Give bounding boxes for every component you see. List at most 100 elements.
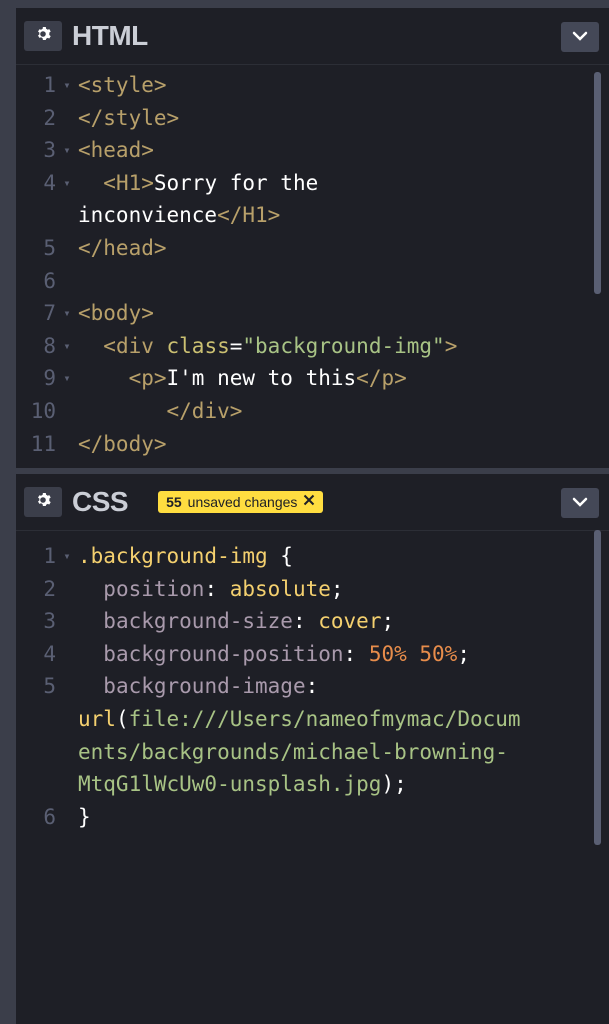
close-icon[interactable] <box>303 494 315 510</box>
code-line[interactable]: 4 background-position: 50% 50%; <box>16 638 609 671</box>
code-token: <head> <box>78 138 154 163</box>
code-token: <H1> <box>103 170 154 195</box>
line-number: 7 <box>43 301 56 326</box>
css-collapse-button[interactable] <box>561 488 599 518</box>
code-line[interactable]: 4 ▾ <H1>Sorry for the <box>16 167 609 200</box>
code-token: 50% 50% <box>368 641 458 666</box>
fold-arrow-icon[interactable]: ▾ <box>56 297 78 330</box>
fold-arrow-icon[interactable]: ▾ <box>56 362 78 395</box>
code-line[interactable]: 5 </head> <box>16 232 609 265</box>
line-number: 4 <box>43 170 56 195</box>
line-number: 9 <box>43 366 56 391</box>
css-code-editor[interactable]: 1 ▾ .background-img {2 position: absolute;… <box>16 531 609 833</box>
code-line[interactable]: MtqG1lWcUw0-unsplash.jpg); <box>16 768 609 801</box>
code-line[interactable]: 8 ▾ <div class="background-img"> <box>16 330 609 363</box>
unsaved-count: 55 <box>166 494 182 510</box>
code-token: <style> <box>78 73 167 97</box>
code-text: <body> <box>78 297 609 330</box>
code-line[interactable]: 10 </div> <box>16 395 609 428</box>
code-line[interactable]: url(file:///Users/nameofmymac/Docum <box>16 703 609 736</box>
unsaved-changes-badge[interactable]: 55 unsaved changes <box>158 491 324 513</box>
code-line[interactable]: 6 <box>16 265 609 298</box>
code-token: : <box>204 576 230 601</box>
code-token: = <box>229 333 243 358</box>
code-text: </div> <box>78 395 609 428</box>
line-number: 6 <box>43 268 56 293</box>
line-number: 1 <box>43 73 56 97</box>
line-number <box>16 736 56 769</box>
code-text: </style> <box>78 102 609 135</box>
code-text: background-size: cover; <box>78 605 609 638</box>
code-line[interactable]: 3 background-size: cover; <box>16 605 609 638</box>
code-line[interactable]: 2 position: absolute; <box>16 573 609 606</box>
code-line[interactable]: 9 ▾ <p>I'm new to this</p> <box>16 362 609 395</box>
code-line[interactable]: 2 </style> <box>16 102 609 135</box>
code-text: ents/backgrounds/michael-browning- <box>78 736 609 769</box>
code-token: ; <box>457 641 470 666</box>
line-number: 6 <box>43 804 56 829</box>
fold-arrow-icon[interactable]: ▾ <box>56 134 78 167</box>
line-number: 3 <box>43 138 56 163</box>
code-line[interactable]: 5 background-image: <box>16 670 609 703</box>
code-line[interactable]: 1 ▾ .background-img { <box>16 540 609 573</box>
code-token: Sorry for the <box>153 170 319 195</box>
unsaved-label: unsaved changes <box>187 494 298 510</box>
code-token: : <box>305 674 319 699</box>
code-token: <body> <box>78 301 154 326</box>
code-token: ; <box>330 576 344 601</box>
code-line[interactable]: 1 ▾ <style> <box>16 69 609 102</box>
code-token: : <box>343 641 369 666</box>
code-line[interactable]: 6} <box>16 801 609 834</box>
code-token: </head> <box>78 235 167 260</box>
html-scrollbar[interactable] <box>594 72 601 294</box>
fold-arrow-icon[interactable]: ▾ <box>56 69 78 102</box>
gear-icon <box>35 491 51 514</box>
code-token: <div <box>103 333 167 358</box>
code-token: position <box>103 576 205 601</box>
code-token: : <box>292 609 319 634</box>
code-token: { <box>267 544 293 568</box>
code-text: url(file:///Users/nameofmymac/Docum <box>78 703 609 736</box>
line-number: 2 <box>43 576 56 601</box>
code-line[interactable]: inconvience</H1> <box>16 199 609 232</box>
code-token: absolute <box>229 576 331 601</box>
code-token: } <box>78 804 91 829</box>
html-pane-header: HTML <box>16 8 609 65</box>
code-token: background-image <box>103 674 306 699</box>
code-token: background-position <box>103 641 344 666</box>
fold-arrow-icon[interactable]: ▾ <box>56 167 78 200</box>
css-settings-button[interactable] <box>24 487 62 517</box>
code-token: </p> <box>356 366 407 391</box>
code-text: <style> <box>78 69 609 102</box>
code-line[interactable]: 3 ▾ <head> <box>16 134 609 167</box>
code-token: ents/backgrounds/michael-browning- <box>78 739 508 764</box>
fold-arrow-icon[interactable]: ▾ <box>56 330 78 363</box>
code-line[interactable]: 7 ▾ <body> <box>16 297 609 330</box>
html-settings-button[interactable] <box>24 21 62 51</box>
code-token: cover <box>318 609 382 634</box>
fold-arrow-icon[interactable]: ▾ <box>56 540 78 573</box>
code-text: MtqG1lWcUw0-unsplash.jpg); <box>78 768 609 801</box>
code-line[interactable]: ents/backgrounds/michael-browning- <box>16 736 609 769</box>
css-scrollbar[interactable] <box>594 530 601 845</box>
line-number <box>16 199 56 232</box>
code-line[interactable]: 11 </body> <box>16 428 609 461</box>
chevron-down-icon <box>572 494 588 512</box>
code-text: .background-img { <box>78 540 609 573</box>
html-collapse-button[interactable] <box>561 22 599 52</box>
code-text: } <box>78 801 609 834</box>
code-token: ( <box>115 706 129 731</box>
html-code-editor[interactable]: 1 ▾ <style> 2 </style> 3 ▾ <head> 4 ▾ <H1>Sorry f… <box>16 65 609 460</box>
